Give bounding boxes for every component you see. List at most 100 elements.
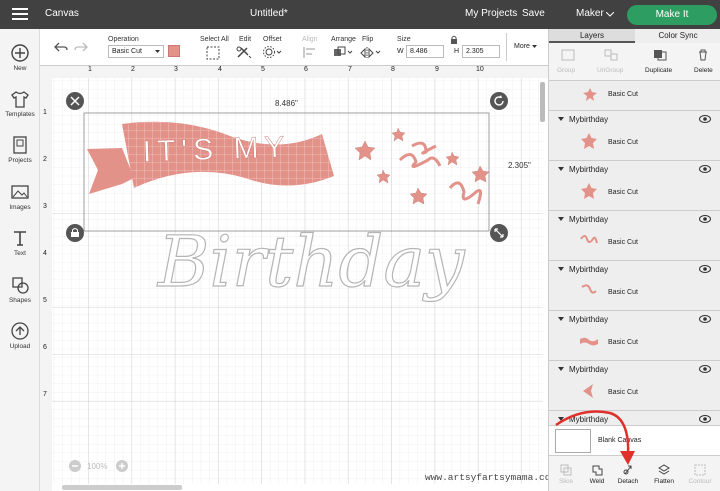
group-name: Mybirthday — [569, 215, 609, 224]
delete-handle-icon[interactable] — [66, 92, 84, 110]
trash-icon[interactable] — [697, 49, 709, 61]
width-dimension: 8.486" — [275, 99, 298, 108]
caret-down-icon[interactable] — [558, 167, 564, 171]
caret-down-icon[interactable] — [558, 217, 564, 221]
layer-group[interactable]: Mybirthday Basic Cut — [549, 111, 720, 161]
projects-button[interactable]: Projects — [0, 135, 40, 164]
detach-label: Detach — [617, 478, 639, 485]
my-projects-link[interactable]: My Projects — [465, 8, 517, 19]
caret-down-icon[interactable] — [558, 117, 564, 121]
flip-icon[interactable] — [360, 46, 382, 59]
caret-down-icon — [155, 50, 160, 53]
layer-group[interactable]: Mybirthday Basic Cut — [549, 211, 720, 261]
layer-group[interactable]: Mybirthday Basic Cut — [549, 311, 720, 361]
ungroup-icon[interactable] — [604, 49, 618, 61]
machine-select[interactable]: Maker — [576, 8, 604, 19]
banner-tail-thumbnail-icon — [583, 384, 593, 398]
eye-icon[interactable] — [699, 365, 711, 373]
shapes-button[interactable]: Shapes — [0, 275, 40, 304]
horizontal-scrollbar[interactable] — [62, 485, 182, 490]
redo-icon[interactable] — [74, 41, 88, 53]
eye-icon[interactable] — [699, 415, 711, 423]
text-icon — [14, 231, 26, 246]
arrange-label: Arrange — [331, 36, 356, 43]
group-name: Mybirthday — [569, 315, 609, 324]
flatten-button[interactable]: Flatten — [647, 464, 681, 485]
offset-icon[interactable] — [263, 46, 283, 59]
tab-layers[interactable]: Layers — [549, 29, 635, 43]
contour-label: Contour — [688, 478, 712, 485]
arrange-icon[interactable] — [333, 46, 353, 59]
resize-handle-icon[interactable] — [490, 224, 508, 242]
zoom-in-button[interactable] — [116, 460, 128, 472]
eye-icon[interactable] — [699, 165, 711, 173]
duplicate-icon[interactable] — [653, 49, 667, 61]
operation-select[interactable]: Basic Cut — [108, 45, 164, 58]
projects-label: Projects — [8, 157, 32, 164]
tab-color-sync[interactable]: Color Sync — [635, 29, 720, 43]
zoom-out-button[interactable] — [69, 460, 81, 472]
save-button[interactable]: Save — [522, 8, 545, 19]
eye-icon[interactable] — [699, 265, 711, 273]
upload-button[interactable]: Upload — [0, 321, 40, 350]
eye-icon[interactable] — [699, 115, 711, 123]
layer-item[interactable]: Basic Cut — [549, 81, 720, 111]
design-canvas[interactable]: IT'S MY Birthday 8.486" 2.305" 1 2 3 4 5… — [40, 66, 556, 491]
banner-text: IT'S MY — [142, 131, 291, 169]
edit-toolbar: Operation Basic Cut Select All Edit Offs… — [40, 29, 548, 66]
hamburger-icon[interactable] — [12, 8, 28, 20]
group-button[interactable]: Group — [557, 67, 575, 74]
vertical-scrollbar[interactable] — [540, 82, 545, 122]
width-label: W — [397, 48, 404, 55]
caret-down-icon[interactable] — [558, 267, 564, 271]
templates-button[interactable]: Templates — [0, 89, 40, 118]
group-icon[interactable] — [561, 49, 575, 61]
caret-down-icon[interactable] — [558, 317, 564, 321]
contour-button[interactable]: Contour — [683, 464, 717, 485]
height-input[interactable]: 2.305 — [462, 45, 500, 58]
eye-icon[interactable] — [699, 315, 711, 323]
height-label: H — [454, 48, 460, 55]
banner-thumbnail-icon — [580, 337, 598, 346]
color-swatch[interactable] — [168, 45, 180, 57]
layer-name: Basic Cut — [608, 339, 638, 346]
width-input[interactable]: 8.486 — [406, 45, 444, 58]
ruler-top-label: 10 — [476, 66, 484, 73]
flatten-icon — [658, 464, 670, 475]
rotate-handle-icon[interactable] — [490, 92, 508, 110]
align-icon[interactable] — [302, 46, 320, 59]
layer-group[interactable]: Mybirthday Basic Cut — [549, 261, 720, 311]
eye-icon[interactable] — [699, 215, 711, 223]
lock-handle-icon[interactable] — [66, 224, 84, 242]
text-button[interactable]: Text — [0, 228, 40, 257]
lock-icon[interactable] — [450, 35, 458, 45]
layer-group[interactable]: Mybirthday Basic Cut — [549, 361, 720, 411]
more-button[interactable]: More — [514, 43, 530, 50]
delete-button[interactable]: Delete — [694, 67, 713, 74]
new-button[interactable]: New — [0, 43, 40, 72]
ruler-left-label: 6 — [43, 344, 47, 351]
squiggle-thumbnail-icon — [581, 284, 597, 294]
undo-icon[interactable] — [54, 41, 68, 53]
layer-group[interactable]: Mybirthday Basic Cut — [549, 161, 720, 211]
upload-icon — [11, 322, 29, 340]
duplicate-button[interactable]: Duplicate — [645, 67, 672, 74]
canvas-surface[interactable]: IT'S MY Birthday 8.486" 2.305" — [40, 66, 548, 491]
shirt-icon — [11, 91, 29, 108]
layer-name: Basic Cut — [608, 139, 638, 146]
project-title[interactable]: Untitled* — [250, 8, 288, 19]
edit-icon[interactable] — [236, 46, 252, 59]
operation-label: Operation — [108, 36, 139, 43]
templates-label: Templates — [5, 111, 35, 118]
make-it-button[interactable]: Make It — [627, 5, 717, 25]
caret-down-icon[interactable] — [558, 367, 564, 371]
ruler-top-label: 1 — [88, 66, 92, 73]
select-all-icon[interactable] — [206, 46, 220, 60]
operation-value: Basic Cut — [112, 48, 142, 55]
ruler-left-label: 7 — [43, 391, 47, 398]
annotation-arrow — [555, 410, 635, 465]
shapes-label: Shapes — [8, 297, 32, 304]
ungroup-button[interactable]: UnGroup — [597, 67, 623, 74]
images-button[interactable]: Images — [0, 182, 40, 211]
ruler-left-label: 5 — [43, 297, 47, 304]
